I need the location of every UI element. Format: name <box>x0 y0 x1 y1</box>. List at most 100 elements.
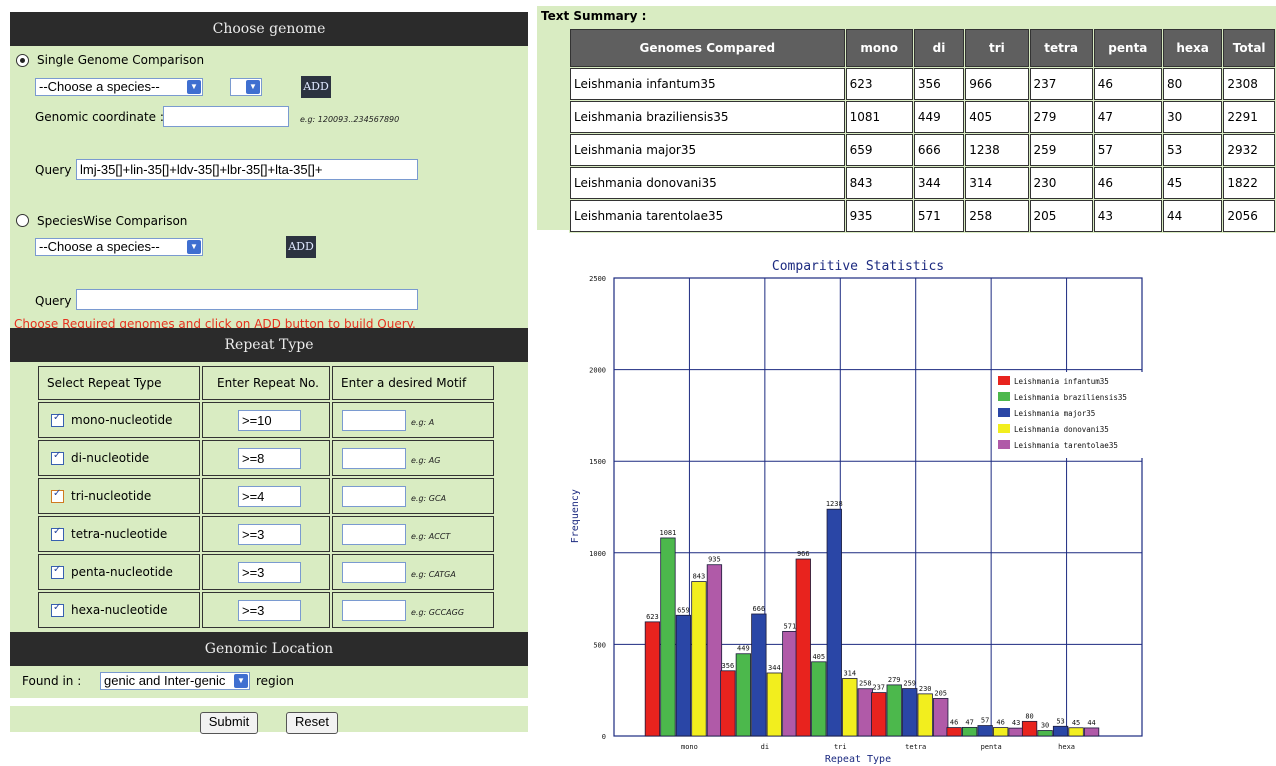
bar <box>946 727 962 737</box>
motif-input[interactable] <box>342 562 406 583</box>
bar <box>1021 720 1038 737</box>
bar <box>782 630 798 737</box>
legend-label: Leishmania tarentolae35 <box>1014 441 1118 450</box>
bar <box>795 558 811 737</box>
bar-value-label: 843 <box>693 573 706 581</box>
bar-value-label: 230 <box>919 685 932 693</box>
bar <box>735 653 752 737</box>
repeat-col-header-label: Select Repeat Type <box>47 376 162 390</box>
bar <box>886 684 902 737</box>
repeat-no-input[interactable]: >=3 <box>238 562 301 583</box>
single-genome-radio[interactable] <box>16 54 29 67</box>
motif-example: e.g: A <box>411 418 435 427</box>
bar-value-label: 258 <box>859 680 872 688</box>
repeat-no-input[interactable]: >=3 <box>238 600 301 621</box>
genome-name-cell: Leishmania tarentolae35 <box>570 200 845 232</box>
repeat-no-input[interactable]: >=10 <box>238 410 301 431</box>
repeat-col-header: Select Repeat Type <box>38 366 200 400</box>
add-button[interactable]: ADD <box>301 76 331 98</box>
bar <box>691 581 707 737</box>
genome-name-cell: Leishmania infantum35 <box>570 68 845 100</box>
bar-value-label: 53 <box>1056 717 1064 725</box>
query-input[interactable]: lmj-35[]+lin-35[]+ldv-35[]+lbr-35[]+lta-… <box>76 159 418 180</box>
repeat-type-checkbox[interactable] <box>51 488 64 503</box>
repeat-type-checkbox[interactable] <box>51 564 64 579</box>
bar-value-label: 47 <box>965 718 973 726</box>
summary-value-cell: 623 <box>845 68 913 100</box>
summary-header-cell: di <box>913 29 965 67</box>
query-label: Query <box>35 163 72 177</box>
summary-value-cell: 230 <box>1029 167 1093 199</box>
motif-cell: e.g: A <box>332 402 494 438</box>
repeat-no-input[interactable]: >=8 <box>238 448 301 469</box>
region-label: region <box>256 674 294 688</box>
legend-label: Leishmania braziliensis35 <box>1014 393 1127 402</box>
summary-value-cell: 314 <box>965 167 1029 199</box>
repeat-no-cell: >=10 <box>202 402 330 438</box>
motif-input[interactable] <box>342 410 406 431</box>
specieswise-radio[interactable] <box>16 214 29 227</box>
summary-value-cell: 30 <box>1162 101 1223 133</box>
submit-button[interactable]: Submit <box>200 712 258 734</box>
repeat-type-checkbox[interactable] <box>51 450 64 465</box>
bar <box>766 672 783 737</box>
query-2-label: Query <box>35 294 72 308</box>
bar <box>644 621 661 737</box>
bar-value-label: 966 <box>797 550 810 558</box>
text-summary-panel: Text Summary : Genomes Compared mono di tri… <box>537 6 1276 233</box>
x-tick-label: tetra <box>905 743 926 751</box>
reset-button[interactable]: Reset <box>286 712 338 734</box>
query-2-input[interactable] <box>76 289 418 310</box>
coordinate-example: e.g: 120093..234567890 <box>300 115 400 124</box>
repeat-no-input[interactable]: >=4 <box>238 486 301 507</box>
genome-name-cell: Leishmania major35 <box>570 134 845 166</box>
motif-input[interactable] <box>342 486 406 507</box>
repeat-type-checkbox[interactable] <box>51 412 64 427</box>
motif-input[interactable] <box>342 600 406 621</box>
chromosome-select[interactable]: ▼ <box>230 78 262 96</box>
bar <box>842 678 858 737</box>
repeat-type-label: tri-nucleotide <box>71 489 152 503</box>
legend-swatch <box>998 376 1010 385</box>
motif-input[interactable] <box>342 448 406 469</box>
summary-value-cell: 449 <box>913 101 965 133</box>
repeat-type-header: Repeat Type <box>10 328 528 362</box>
summary-header-cell: Total <box>1223 29 1275 67</box>
repeat-type-cell: mono-nucleotide <box>38 402 200 438</box>
bar-value-label: 571 <box>784 622 797 630</box>
bar-value-label: 666 <box>753 605 766 613</box>
bar-value-label: 45 <box>1072 719 1080 727</box>
species-select[interactable]: --Choose a species-- ▼ <box>35 78 203 96</box>
genomic-coordinate-input[interactable] <box>163 106 289 127</box>
bar <box>706 564 723 737</box>
summary-value-cell: 405 <box>965 101 1029 133</box>
query-form: Choose genome Single Genome Comparison -… <box>10 12 528 744</box>
bar-value-label: 344 <box>768 664 781 672</box>
summary-value-cell: 966 <box>965 68 1029 100</box>
bar <box>1083 727 1100 737</box>
bar <box>1008 727 1024 737</box>
legend-swatch <box>998 408 1010 417</box>
summary-value-cell: 237 <box>1029 68 1093 100</box>
summary-value-cell: 2308 <box>1223 68 1275 100</box>
chevron-down-icon: ▼ <box>187 240 201 254</box>
repeat-col-header: Enter Repeat No. <box>202 366 330 400</box>
repeat-no-input[interactable]: >=3 <box>238 524 301 545</box>
add-button-2[interactable]: ADD <box>286 236 316 258</box>
bar <box>871 692 887 737</box>
bar <box>1068 727 1084 737</box>
bar-value-label: 279 <box>888 676 901 684</box>
bar-value-label: 935 <box>708 556 721 564</box>
repeat-type-checkbox[interactable] <box>51 526 64 541</box>
bar <box>857 688 873 737</box>
summary-header-cell: tri <box>965 29 1029 67</box>
genomic-location-header: Genomic Location <box>10 632 528 666</box>
repeat-type-checkbox[interactable] <box>51 602 64 617</box>
summary-header-cell: penta <box>1093 29 1162 67</box>
bar <box>660 537 676 737</box>
motif-input[interactable] <box>342 524 406 545</box>
repeat-no-cell: >=8 <box>202 440 330 476</box>
found-in-select[interactable]: genic and Inter-genic ▼ <box>100 672 250 690</box>
species-select-2[interactable]: --Choose a species-- ▼ <box>35 238 203 256</box>
bar <box>751 613 767 737</box>
